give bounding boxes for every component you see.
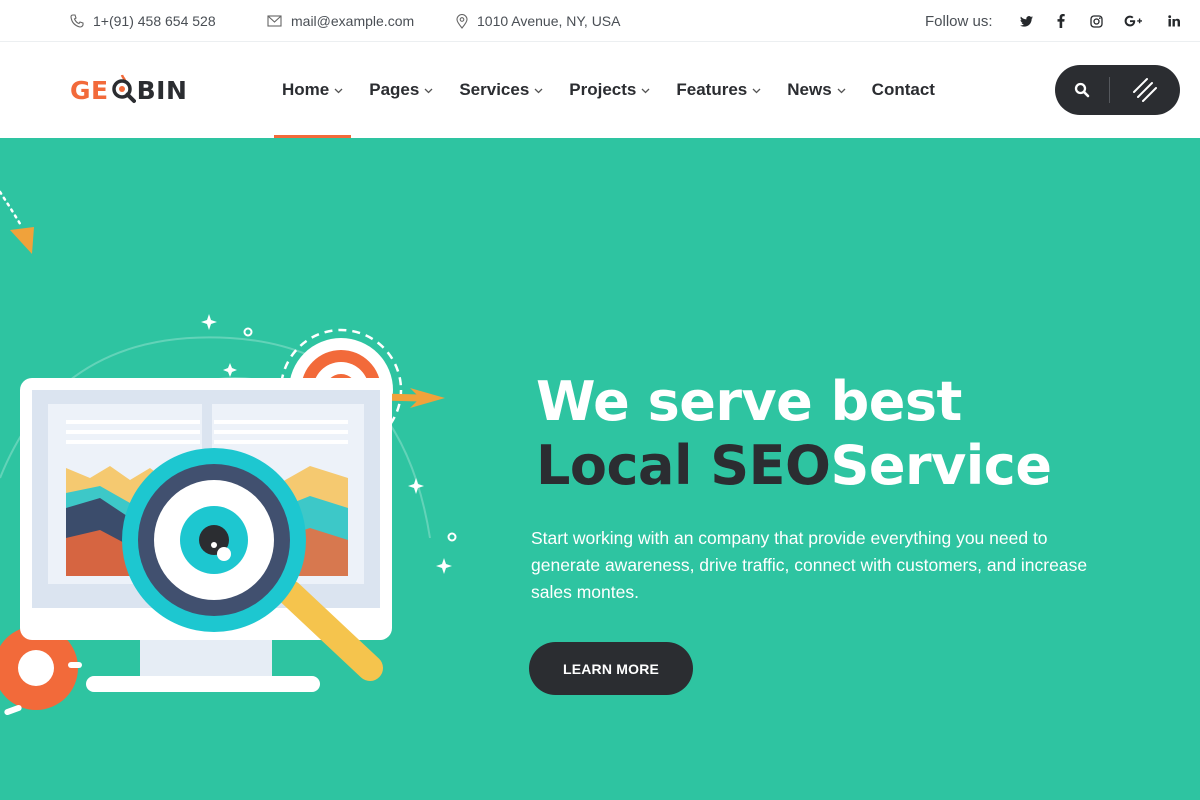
menu-lines-icon xyxy=(1133,78,1157,102)
follow-us-label: Follow us: xyxy=(925,12,993,30)
menu-toggle-button[interactable] xyxy=(1110,65,1180,115)
hero-title-line2: Service xyxy=(830,434,1052,497)
hero-title-line1: We serve best xyxy=(536,370,962,433)
address-contact: 1010 Avenue, NY, USA xyxy=(456,0,620,42)
nav-projects[interactable]: Projects xyxy=(569,42,650,138)
hero-section: We serve best Local SEOService Start wor… xyxy=(0,138,1200,800)
chevron-down-icon xyxy=(837,88,846,94)
google-plus-icon[interactable] xyxy=(1123,0,1143,42)
dotted-arrow-decoration xyxy=(0,190,34,254)
search-icon xyxy=(1074,82,1090,98)
nav-features[interactable]: Features xyxy=(676,42,761,138)
nav-pages-label: Pages xyxy=(369,80,420,99)
nav-news-label: News xyxy=(787,80,832,99)
nav-services[interactable]: Services xyxy=(459,42,543,138)
main-navigation: Home Pages Services Projects Features Ne… xyxy=(273,42,935,138)
instagram-icon[interactable] xyxy=(1086,0,1106,42)
chevron-down-icon xyxy=(534,88,543,94)
linkedin-icon[interactable] xyxy=(1164,0,1184,42)
nav-services-label: Services xyxy=(459,80,530,99)
logo-magnifier-icon xyxy=(111,74,136,103)
twitter-icon[interactable] xyxy=(1016,0,1036,42)
nav-home[interactable]: Home xyxy=(273,42,352,138)
phone-text: 1+(91) 458 654 528 xyxy=(93,13,216,29)
nav-pages[interactable]: Pages xyxy=(369,42,433,138)
nav-contact-label: Contact xyxy=(871,80,935,99)
phone-contact[interactable]: 1+(91) 458 654 528 xyxy=(70,0,216,42)
nav-projects-label: Projects xyxy=(569,80,637,99)
chevron-down-icon xyxy=(424,88,433,94)
hero-description: Start working with an company that provi… xyxy=(531,528,1088,602)
chevron-down-icon xyxy=(641,88,650,94)
chevron-down-icon xyxy=(752,88,761,94)
learn-more-button[interactable]: LEARN MORE xyxy=(529,642,693,695)
mail-icon xyxy=(267,15,282,27)
location-pin-icon xyxy=(456,13,468,29)
nav-news[interactable]: News xyxy=(787,42,846,138)
seo-illustration xyxy=(0,314,457,716)
email-text: mail@example.com xyxy=(291,13,415,29)
phone-icon xyxy=(70,14,84,28)
nav-features-label: Features xyxy=(676,80,748,99)
nav-contact[interactable]: Contact xyxy=(872,42,935,138)
address-text: 1010 Avenue, NY, USA xyxy=(477,13,621,29)
search-button[interactable] xyxy=(1055,65,1109,115)
top-info-bar: 1+(91) 458 654 528 mail@example.com 1010… xyxy=(0,0,1200,42)
logo-wordmark: GE BIN xyxy=(70,74,188,105)
main-header: GE BIN Home Pages Services Projects Featu… xyxy=(0,42,1200,138)
facebook-icon[interactable] xyxy=(1051,0,1071,42)
header-actions xyxy=(1055,65,1180,115)
hero-title-highlight: Local SEO xyxy=(536,434,831,497)
hero-title: We serve best Local SEOService xyxy=(536,370,1052,498)
nav-home-label: Home xyxy=(282,80,330,99)
site-logo[interactable]: GE BIN xyxy=(70,72,187,106)
email-contact[interactable]: mail@example.com xyxy=(267,0,414,42)
chevron-down-icon xyxy=(334,88,343,94)
